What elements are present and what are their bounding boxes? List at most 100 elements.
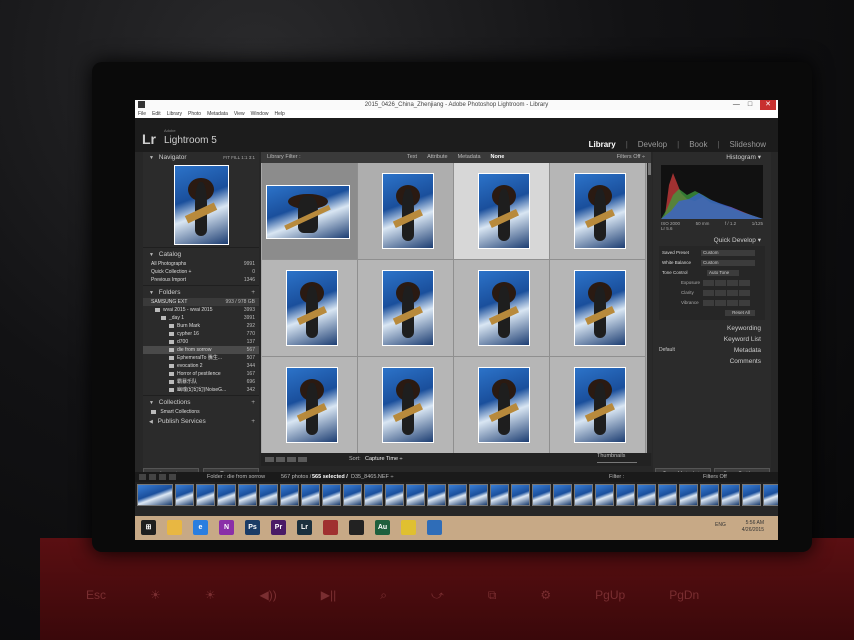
qd-adjust-button[interactable] (703, 300, 714, 306)
filmstrip-thumb[interactable] (385, 484, 404, 506)
menu-help[interactable]: Help (274, 110, 284, 118)
close-button[interactable]: ✕ (760, 100, 776, 110)
folder-item[interactable]: d700 137 (143, 338, 259, 346)
folder-item[interactable]: EphemeralTo 騰生... 507 (143, 354, 259, 362)
folder-item[interactable]: wvai 2015 - wvai 2015 3993 (143, 306, 259, 314)
folder-item[interactable]: _day 1 3991 (143, 314, 259, 322)
collections-header[interactable]: ▼ Collections + (143, 397, 259, 408)
folder-item[interactable]: 幽魂(幻幻幻)NoiseG... 342 (143, 386, 259, 394)
filmstrip-thumb[interactable] (406, 484, 425, 506)
grid-cell[interactable] (454, 163, 550, 260)
back-arrow-icon[interactable] (159, 474, 166, 480)
grid-cell[interactable] (454, 260, 550, 357)
menu-metadata[interactable]: Metadata (207, 110, 228, 118)
filmstrip-thumb[interactable] (364, 484, 383, 506)
menu-file[interactable]: File (138, 110, 146, 118)
filmstrip-thumb[interactable] (175, 484, 194, 506)
secondary-window-icon[interactable] (139, 474, 146, 480)
filmstrip-thumb[interactable] (343, 484, 362, 506)
app-dark-taskbar-icon[interactable] (349, 520, 364, 535)
photos-taskbar-icon[interactable] (323, 520, 338, 535)
chrome-taskbar-icon[interactable] (401, 520, 416, 535)
filmstrip-thumb[interactable] (322, 484, 341, 506)
filmstrip-thumb[interactable] (721, 484, 740, 506)
comments-header[interactable]: Comments (653, 356, 771, 367)
survey-view-icon[interactable] (298, 457, 307, 462)
filmstrip-thumb[interactable] (700, 484, 719, 506)
filmstrip-thumb[interactable] (280, 484, 299, 506)
add-folder-icon[interactable]: + (251, 287, 255, 298)
smart-collections-item[interactable]: Smart Collections (143, 408, 259, 416)
photoshop-taskbar-icon[interactable]: Ps (245, 520, 260, 535)
grid-icon[interactable] (149, 474, 156, 480)
filmstrip-thumb[interactable] (532, 484, 551, 506)
qd-adjust-button[interactable] (727, 280, 738, 286)
filter-option-text[interactable]: Text (407, 152, 417, 163)
white-balance-select[interactable]: Custom (701, 260, 755, 266)
catalog-item[interactable]: Previous Import 1346 (143, 276, 259, 284)
current-filename[interactable]: D35_8465.NEF ÷ (351, 472, 393, 482)
grid-cell[interactable] (550, 357, 646, 453)
grid-cell[interactable] (550, 163, 646, 260)
folder-item[interactable]: Burn Mark 292 (143, 322, 259, 330)
pen-taskbar-icon[interactable] (427, 520, 442, 535)
ie-taskbar-icon[interactable]: e (193, 520, 208, 535)
forward-arrow-icon[interactable] (169, 474, 176, 480)
add-publish-icon[interactable]: + (251, 416, 255, 427)
filter-preset-select[interactable]: Filters Off ÷ (617, 152, 645, 163)
qd-adjust-button[interactable] (703, 290, 714, 296)
module-book[interactable]: Book (689, 140, 707, 149)
filmstrip-thumb[interactable] (137, 484, 173, 506)
grid-cell[interactable] (358, 260, 454, 357)
filmstrip-thumb[interactable] (448, 484, 467, 506)
folders-header[interactable]: ▼ Folders + (143, 287, 259, 298)
grid-cell[interactable] (358, 163, 454, 260)
language-indicator[interactable]: ENG (715, 522, 726, 528)
filmstrip-thumb[interactable] (553, 484, 572, 506)
qd-adjust-button[interactable] (715, 300, 726, 306)
filmstrip-source[interactable]: Folder : die from sorrow (207, 472, 265, 482)
metadata-preset-select[interactable]: Default (659, 345, 675, 356)
filter-option-attribute[interactable]: Attribute (427, 152, 447, 163)
filmstrip-thumb[interactable] (511, 484, 530, 506)
keywording-header[interactable]: Keywording (653, 323, 771, 334)
minimize-button[interactable]: — (733, 100, 740, 110)
grid-view-icon[interactable] (265, 457, 274, 462)
folder-taskbar-icon[interactable] (167, 520, 182, 535)
filmstrip-thumb[interactable] (616, 484, 635, 506)
qd-adjust-button[interactable] (715, 280, 726, 286)
grid-cell[interactable] (454, 357, 550, 453)
menu-view[interactable]: View (234, 110, 245, 118)
add-collection-icon[interactable]: + (251, 397, 255, 408)
navigator-preview[interactable] (173, 165, 229, 245)
qd-adjust-button[interactable] (739, 300, 750, 306)
catalog-item[interactable]: Quick Collection + 0 (143, 268, 259, 276)
catalog-header[interactable]: ▼ Catalog (143, 249, 259, 260)
filmstrip-thumb[interactable] (217, 484, 236, 506)
lightroom-taskbar-icon[interactable]: Lr (297, 520, 312, 535)
qd-adjust-button[interactable] (727, 300, 738, 306)
grid-cell[interactable] (262, 357, 358, 453)
keyword-list-header[interactable]: Keyword List (653, 334, 771, 345)
menu-library[interactable]: Library (167, 110, 182, 118)
grid-cell[interactable] (358, 357, 454, 453)
start-taskbar-icon[interactable]: ⊞ (141, 520, 156, 535)
folder-item[interactable]: Horror of pestilence 167 (143, 370, 259, 378)
maximize-button[interactable]: □ (748, 100, 752, 110)
auto-tone-button[interactable]: Auto Tone (707, 270, 739, 276)
grid-cell[interactable] (262, 260, 358, 357)
filmstrip-thumb[interactable] (469, 484, 488, 506)
system-clock[interactable]: 5:56 AM 4/26/2015 (742, 520, 764, 534)
filmstrip-thumb[interactable] (238, 484, 257, 506)
filmstrip-thumb[interactable] (490, 484, 509, 506)
qd-adjust-button[interactable] (727, 290, 738, 296)
compare-view-icon[interactable] (287, 457, 296, 462)
quick-develop-header[interactable]: Quick Develop ▾ (653, 235, 771, 246)
sort-select[interactable]: Capture Time ÷ (365, 453, 403, 466)
metadata-header[interactable]: Default Metadata (653, 345, 771, 356)
filter-option-metadata[interactable]: Metadata (458, 152, 481, 163)
filmstrip-thumb[interactable] (595, 484, 614, 506)
grid-cell[interactable] (550, 260, 646, 357)
filmstrip-thumb[interactable] (427, 484, 446, 506)
publish-services-header[interactable]: ◀ Publish Services + (143, 416, 259, 427)
